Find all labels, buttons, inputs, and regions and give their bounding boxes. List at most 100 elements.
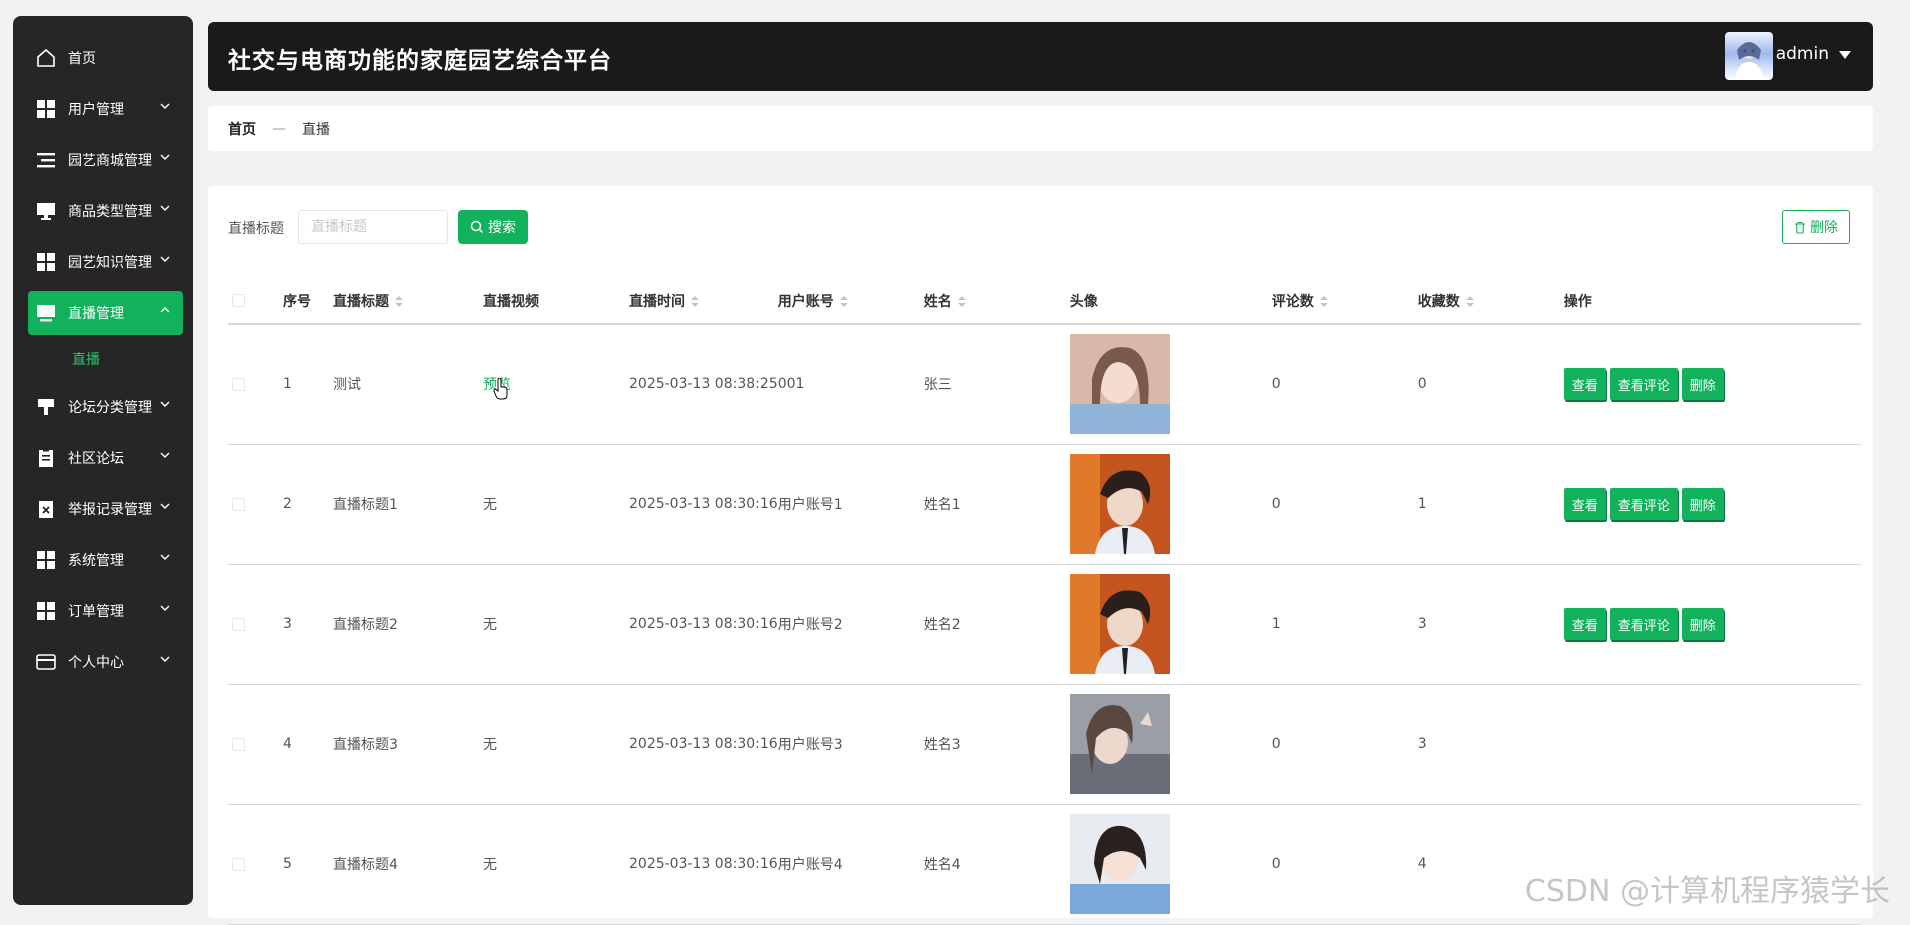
cell-comments: 0 bbox=[1272, 444, 1418, 564]
cell-index: 4 bbox=[283, 684, 333, 804]
col-comments[interactable]: 评论数 bbox=[1272, 278, 1418, 324]
cell-comments: 1 bbox=[1272, 564, 1418, 684]
col-favorites[interactable]: 收藏数 bbox=[1418, 278, 1564, 324]
cell-title: 直播标题4 bbox=[333, 804, 483, 924]
sort-icon[interactable] bbox=[395, 296, 403, 307]
search-button-label: 搜索 bbox=[488, 217, 516, 237]
sidebar-item-label: 用户管理 bbox=[68, 99, 124, 119]
cell-index: 1 bbox=[283, 324, 333, 444]
view-button[interactable]: 查看 bbox=[1564, 608, 1606, 640]
search-input[interactable] bbox=[298, 210, 448, 244]
delete-button[interactable]: 删除 bbox=[1682, 368, 1724, 400]
view-comments-button[interactable]: 查看评论 bbox=[1610, 488, 1678, 520]
col-account-label: 用户账号 bbox=[778, 294, 834, 310]
search-label: 直播标题 bbox=[228, 218, 284, 238]
breadcrumb-current: 直播 bbox=[302, 119, 330, 139]
chevron-down-icon bbox=[159, 653, 171, 665]
user-avatar[interactable] bbox=[1725, 32, 1773, 80]
caret-down-icon[interactable] bbox=[1839, 51, 1851, 59]
report-icon bbox=[35, 498, 57, 520]
cell-time: 2025-03-13 08:30:16 bbox=[629, 684, 778, 804]
table-row: 4 直播标题3 无 2025-03-13 08:30:16 用户账号3 姓名3 … bbox=[228, 684, 1861, 804]
cell-favorites: 1 bbox=[1418, 444, 1564, 564]
breadcrumb: 首页 — 直播 bbox=[208, 106, 1873, 151]
cell-title: 直播标题1 bbox=[333, 444, 483, 564]
view-comments-button[interactable]: 查看评论 bbox=[1610, 608, 1678, 640]
sidebar-item-profile[interactable]: 个人中心 bbox=[28, 640, 183, 684]
sidebar-item-live[interactable]: 直播管理 bbox=[28, 291, 183, 335]
row-checkbox[interactable] bbox=[232, 618, 245, 631]
sort-icon[interactable] bbox=[840, 296, 848, 307]
sidebar-item-label: 论坛分类管理 bbox=[68, 397, 152, 417]
sidebar-item-users[interactable]: 用户管理 bbox=[28, 87, 183, 131]
sort-icon[interactable] bbox=[691, 296, 699, 307]
sidebar-item-label: 直播管理 bbox=[68, 303, 124, 323]
select-all-checkbox[interactable] bbox=[232, 294, 245, 307]
home-icon bbox=[35, 47, 57, 69]
chevron-down-icon bbox=[159, 202, 171, 214]
cell-time: 2025-03-13 08:30:16 bbox=[629, 444, 778, 564]
col-title[interactable]: 直播标题 bbox=[333, 278, 483, 324]
row-checkbox[interactable] bbox=[232, 738, 245, 751]
cell-name: 张三 bbox=[924, 324, 1070, 444]
breadcrumb-home[interactable]: 首页 bbox=[228, 119, 256, 139]
cell-index: 2 bbox=[283, 444, 333, 564]
avatar-image bbox=[1070, 694, 1170, 794]
sidebar-item-label: 系统管理 bbox=[68, 550, 124, 570]
avatar-image bbox=[1070, 334, 1170, 434]
cell-account: 001 bbox=[778, 324, 924, 444]
sort-icon[interactable] bbox=[1320, 296, 1328, 307]
chevron-down-icon bbox=[159, 398, 171, 410]
row-checkbox[interactable] bbox=[232, 498, 245, 511]
search-button[interactable]: 搜索 bbox=[458, 210, 528, 244]
sidebar-item-forum-category[interactable]: 论坛分类管理 bbox=[28, 385, 183, 429]
sidebar-item-forum[interactable]: 社区论坛 bbox=[28, 436, 183, 480]
cell-name: 姓名2 bbox=[924, 564, 1070, 684]
sort-icon[interactable] bbox=[1466, 296, 1474, 307]
sort-icon[interactable] bbox=[958, 296, 966, 307]
sidebar-item-shop[interactable]: 园艺商城管理 bbox=[28, 138, 183, 182]
chevron-down-icon bbox=[159, 151, 171, 163]
user-name-dropdown[interactable]: admin bbox=[1776, 44, 1829, 64]
col-comments-label: 评论数 bbox=[1272, 294, 1314, 310]
col-name-label: 姓名 bbox=[924, 294, 952, 310]
col-actions: 操作 bbox=[1564, 278, 1861, 324]
row-checkbox[interactable] bbox=[232, 858, 245, 871]
sidebar-item-system[interactable]: 系统管理 bbox=[28, 538, 183, 582]
sidebar-item-report[interactable]: 举报记录管理 bbox=[28, 487, 183, 531]
cell-account: 用户账号1 bbox=[778, 444, 924, 564]
view-button[interactable]: 查看 bbox=[1564, 488, 1606, 520]
app-title: 社交与电商功能的家庭园艺综合平台 bbox=[228, 41, 612, 75]
view-button[interactable]: 查看 bbox=[1564, 368, 1606, 400]
cell-favorites: 0 bbox=[1418, 324, 1564, 444]
grid-icon bbox=[35, 251, 57, 273]
delete-button[interactable]: 删除 bbox=[1682, 608, 1724, 640]
table-row: 5 直播标题4 无 2025-03-13 08:30:16 用户账号4 姓名4 … bbox=[228, 804, 1861, 924]
col-name[interactable]: 姓名 bbox=[924, 278, 1070, 324]
trash-icon bbox=[1794, 221, 1806, 234]
grid-icon bbox=[35, 600, 57, 622]
avatar-image bbox=[1070, 814, 1170, 914]
sidebar-item-knowledge[interactable]: 园艺知识管理 bbox=[28, 240, 183, 284]
delete-button[interactable]: 删除 bbox=[1682, 488, 1724, 520]
col-time[interactable]: 直播时间 bbox=[629, 278, 778, 324]
row-checkbox[interactable] bbox=[232, 378, 245, 391]
sidebar-item-product-type[interactable]: 商品类型管理 bbox=[28, 189, 183, 233]
col-favorites-label: 收藏数 bbox=[1418, 294, 1460, 310]
cell-favorites: 3 bbox=[1418, 684, 1564, 804]
sidebar-item-orders[interactable]: 订单管理 bbox=[28, 589, 183, 633]
clipboard-icon bbox=[35, 447, 57, 469]
chevron-up-icon bbox=[159, 304, 171, 316]
live-table: 序号 直播标题 直播视频 直播时间 用户账号 姓名 头像 评论数 收藏数 操作 … bbox=[228, 278, 1861, 925]
chevron-down-icon bbox=[159, 449, 171, 461]
sidebar-item-home[interactable]: 首页 bbox=[28, 36, 183, 80]
sidebar-subitem-live[interactable]: 直播 bbox=[28, 342, 183, 376]
cell-comments: 0 bbox=[1272, 684, 1418, 804]
batch-delete-button[interactable]: 删除 bbox=[1782, 210, 1850, 244]
col-account[interactable]: 用户账号 bbox=[778, 278, 924, 324]
cell-time: 2025-03-13 08:30:16 bbox=[629, 804, 778, 924]
col-index: 序号 bbox=[283, 278, 333, 324]
view-comments-button[interactable]: 查看评论 bbox=[1610, 368, 1678, 400]
main-panel: 直播标题 搜索 删除 序号 直播标题 直播视频 直播时间 用户账号 姓名 头像 … bbox=[208, 186, 1873, 918]
cell-video: 无 bbox=[483, 684, 629, 804]
